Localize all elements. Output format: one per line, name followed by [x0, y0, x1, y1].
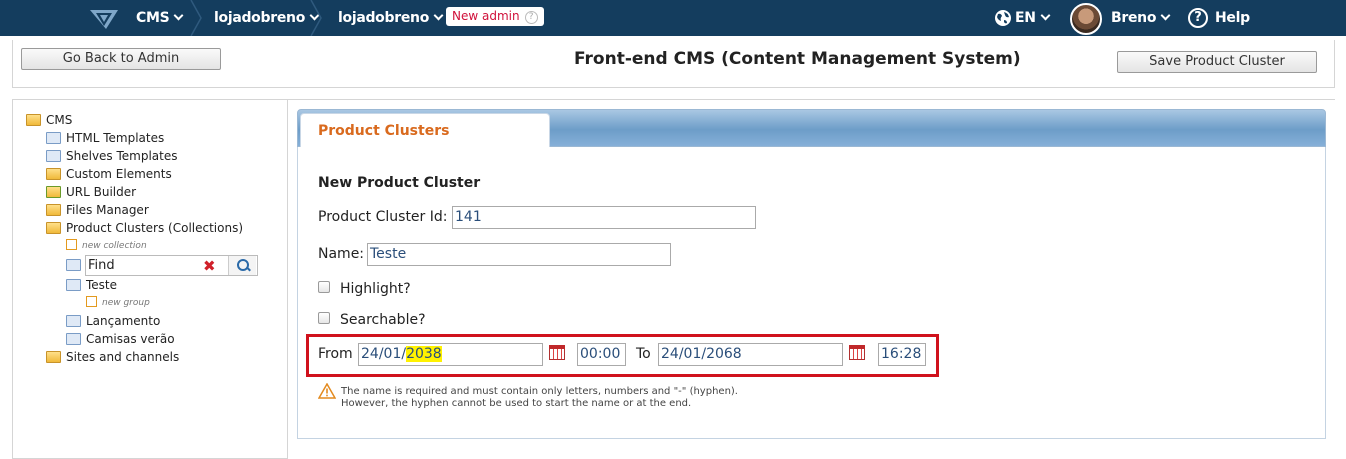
- sidebar-item-custom-elements[interactable]: Custom Elements: [46, 166, 172, 182]
- new-admin-label: New admin: [452, 9, 520, 23]
- save-product-cluster-button[interactable]: Save Product Cluster: [1117, 51, 1317, 73]
- from-date-prefix: 24/01/: [361, 346, 407, 362]
- find-row: [66, 257, 86, 273]
- crumb-store-label: lojadobreno: [338, 10, 430, 26]
- language-label: EN: [1015, 10, 1036, 26]
- from-date-year-selection: 2038: [406, 346, 442, 362]
- collection-icon: [66, 333, 81, 345]
- breadcrumb-separator-icon: [190, 0, 202, 36]
- language-selector[interactable]: EN: [1015, 0, 1051, 36]
- from-time-field[interactable]: 00:00: [577, 343, 626, 366]
- to-time-field[interactable]: 16:28: [878, 343, 926, 366]
- name-field[interactable]: Teste: [367, 243, 671, 266]
- searchable-checkbox[interactable]: [318, 312, 330, 324]
- collection-item-teste[interactable]: Teste: [66, 277, 117, 293]
- crumb-cms-label: CMS: [136, 10, 170, 26]
- breadcrumb-separator-icon: [310, 0, 322, 36]
- to-date-field[interactable]: 24/01/2068: [658, 343, 843, 366]
- new-item-icon: [86, 296, 97, 307]
- tree-root-cms[interactable]: CMS: [26, 112, 72, 128]
- collection-label: Lançamento: [86, 314, 161, 328]
- find-value: Find: [88, 258, 115, 273]
- collection-item-camisas[interactable]: Camisas verão: [66, 331, 175, 347]
- vtex-logo-icon[interactable]: [89, 8, 119, 30]
- folder-icon: [46, 204, 61, 216]
- new-admin-badge[interactable]: New admin?: [446, 7, 544, 26]
- chevron-down-icon: [433, 10, 444, 21]
- cluster-id-label: Product Cluster Id:: [318, 209, 448, 225]
- sidebar-item-shelves-templates[interactable]: Shelves Templates: [46, 148, 178, 164]
- from-date-field[interactable]: 24/01/2038: [358, 343, 543, 366]
- user-name: Breno: [1111, 10, 1157, 26]
- chevron-down-icon: [1040, 10, 1051, 21]
- find-input[interactable]: Find ✖: [85, 255, 258, 276]
- chevron-down-icon: [173, 10, 184, 21]
- new-group-label: new group: [102, 298, 150, 308]
- validation-line-1: The name is required and must contain on…: [341, 386, 738, 397]
- warning-icon: [318, 383, 336, 399]
- top-navbar: CMS lojadobreno lojadobreno New admin? E…: [0, 0, 1346, 36]
- calendar-icon[interactable]: [549, 345, 565, 360]
- folder-open-icon: [46, 222, 61, 234]
- form-heading: New Product Cluster: [318, 175, 481, 191]
- name-label: Name:: [318, 246, 365, 262]
- validation-message: The name is required and must contain on…: [341, 386, 738, 410]
- help-icon[interactable]: ?: [1188, 8, 1208, 28]
- globe-icon[interactable]: [994, 9, 1012, 27]
- sidebar-item-url-builder[interactable]: URL Builder: [46, 184, 136, 200]
- sidebar-item-html-templates[interactable]: HTML Templates: [46, 130, 164, 146]
- calendar-icon[interactable]: [849, 345, 865, 360]
- page-title: Front-end CMS (Content Management System…: [574, 49, 1021, 69]
- collection-icon: [66, 279, 81, 291]
- highlight-checkbox[interactable]: [318, 281, 330, 293]
- tab-product-clusters[interactable]: Product Clusters (Collections): [300, 113, 550, 173]
- collection-label: Teste: [86, 278, 118, 292]
- collection-icon: [66, 315, 81, 327]
- sidebar-item-label: HTML Templates: [66, 131, 165, 145]
- sidebar-item-label: Custom Elements: [66, 167, 172, 181]
- sidebar-item-files-manager[interactable]: Files Manager: [46, 202, 149, 218]
- sidebar-item-label: Shelves Templates: [66, 149, 178, 163]
- folder-icon: [46, 351, 61, 363]
- validation-line-2: However, the hyphen cannot be used to st…: [341, 398, 692, 409]
- crumb-store[interactable]: lojadobreno: [338, 0, 444, 36]
- avatar[interactable]: [1070, 3, 1102, 35]
- edit-folder-icon: [46, 168, 61, 180]
- crumb-account-label: lojadobreno: [214, 10, 306, 26]
- url-icon: [46, 186, 61, 198]
- new-collection-link[interactable]: new collection: [66, 238, 147, 254]
- sidebar-item-label: Product Clusters (Collections): [66, 221, 244, 235]
- page-icon: [46, 150, 61, 162]
- sidebar-item-label: URL Builder: [66, 185, 137, 199]
- new-item-icon: [66, 239, 77, 250]
- to-label: To: [636, 346, 651, 362]
- collection-icon: [66, 259, 81, 271]
- searchable-label: Searchable?: [340, 312, 426, 328]
- sidebar-item-product-clusters[interactable]: Product Clusters (Collections): [46, 220, 243, 236]
- crumb-account[interactable]: lojadobreno: [214, 0, 320, 36]
- page-icon: [46, 132, 61, 144]
- highlight-label: Highlight?: [340, 281, 411, 297]
- sidebar-item-label: Files Manager: [66, 203, 149, 217]
- crumb-cms[interactable]: CMS: [136, 0, 184, 36]
- user-menu[interactable]: Breno: [1111, 0, 1171, 36]
- from-label: From: [318, 346, 353, 362]
- tree-root-label: CMS: [46, 113, 73, 127]
- collection-label: Camisas verão: [86, 332, 175, 346]
- chevron-down-icon: [1160, 10, 1171, 21]
- question-icon: ?: [524, 11, 538, 24]
- collection-item-lancamento[interactable]: Lançamento: [66, 313, 160, 329]
- sidebar-item-sites-channels[interactable]: Sites and channels: [46, 349, 179, 365]
- help-link[interactable]: Help: [1215, 0, 1250, 36]
- cluster-id-field[interactable]: 141: [452, 206, 756, 229]
- clear-icon[interactable]: ✖: [203, 257, 216, 275]
- new-group-link[interactable]: new group: [86, 295, 150, 311]
- sidebar-item-label: Sites and channels: [66, 350, 180, 364]
- search-icon[interactable]: [228, 256, 256, 275]
- folder-open-icon: [26, 114, 41, 126]
- new-collection-label: new collection: [82, 241, 147, 251]
- go-back-button[interactable]: Go Back to Admin: [21, 48, 221, 70]
